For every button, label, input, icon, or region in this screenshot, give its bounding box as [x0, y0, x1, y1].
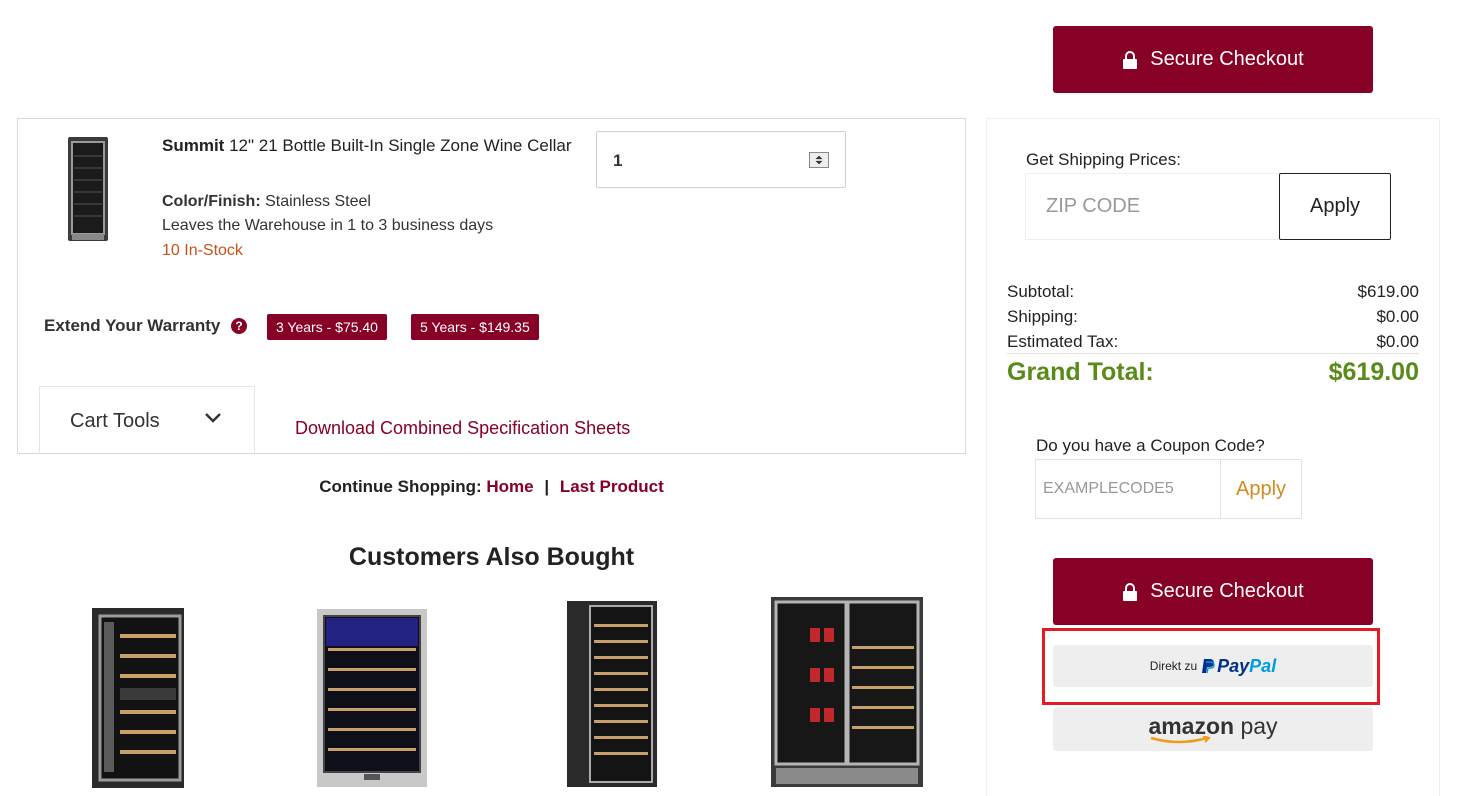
paypal-button[interactable]: Direkt zu Pay Pal: [1053, 645, 1373, 687]
home-link[interactable]: Home: [486, 477, 533, 496]
shipping-prices-label: Get Shipping Prices:: [1026, 150, 1181, 169]
amazon-pay-text: pay: [1234, 713, 1278, 739]
cart-tools-toggle[interactable]: Cart Tools: [39, 386, 255, 454]
paypal-brand-pay: Pay: [1217, 655, 1250, 676]
ship-time: Leaves the Warehouse in 1 to 3 business …: [162, 217, 494, 234]
product-name: 12" 21 Bottle Built-In Single Zone Wine …: [224, 136, 572, 155]
cart-tools-label: Cart Tools: [70, 410, 160, 432]
product-title[interactable]: Summit 12" 21 Bottle Built-In Single Zon…: [162, 136, 572, 156]
coupon-input[interactable]: EXAMPLECODE5: [1035, 459, 1221, 519]
paypal-logo-icon: [1202, 659, 1215, 674]
product-image-2[interactable]: [316, 608, 428, 788]
grand-total-row: Grand Total: $619.00: [1007, 358, 1419, 387]
shipping-value: $0.00: [1376, 307, 1419, 326]
amazon-smile-icon: [1150, 736, 1211, 744]
subtotal-row: Subtotal: $619.00: [1007, 282, 1419, 302]
quantity-stepper[interactable]: 1: [596, 131, 846, 188]
last-product-link[interactable]: Last Product: [560, 477, 664, 496]
product-thumbnail: [68, 137, 108, 241]
color-finish-value: Stainless Steel: [260, 193, 371, 210]
lock-icon: [1123, 582, 1138, 601]
secure-checkout-label: Secure Checkout: [1150, 580, 1304, 602]
download-spec-sheets-link[interactable]: Download Combined Specification Sheets: [295, 418, 630, 439]
subtotal-value: $619.00: [1357, 282, 1419, 301]
warranty-label: Extend Your Warranty: [44, 316, 221, 335]
zip-apply-button[interactable]: Apply: [1279, 173, 1391, 240]
totals-divider: [1007, 353, 1419, 354]
product-image-1[interactable]: [90, 606, 186, 790]
secure-checkout-button-top[interactable]: Secure Checkout: [1053, 26, 1373, 93]
tax-value: $0.00: [1376, 332, 1419, 351]
chevron-down-icon: [205, 413, 221, 423]
product-image-4[interactable]: [770, 596, 924, 790]
help-icon[interactable]: ?: [231, 318, 247, 334]
grand-total-value: $619.00: [1328, 358, 1419, 386]
secure-checkout-button-bottom[interactable]: Secure Checkout: [1053, 558, 1373, 625]
product-image-3[interactable]: [566, 600, 658, 788]
paypal-prefix: Direkt zu: [1149, 659, 1198, 673]
secure-checkout-label: Secure Checkout: [1150, 48, 1304, 70]
color-finish-label: Color/Finish:: [162, 193, 261, 210]
color-finish: Color/Finish: Stainless Steel: [162, 193, 371, 211]
warranty-5-years-button[interactable]: 5 Years - $149.35: [411, 314, 539, 340]
link-separator: |: [544, 477, 550, 496]
grand-total-label: Grand Total:: [1007, 358, 1154, 386]
product-brand: Summit: [162, 136, 225, 155]
tax-row: Estimated Tax: $0.00: [1007, 332, 1419, 352]
warranty-3-years-button[interactable]: 3 Years - $75.40: [267, 314, 387, 340]
also-bought-title: Customers Also Bought: [348, 543, 635, 571]
quantity-value: 1: [613, 151, 623, 170]
coupon-apply-button[interactable]: Apply: [1220, 459, 1302, 519]
continue-shopping-label: Continue Shopping:: [319, 477, 482, 496]
continue-shopping: Continue Shopping: Home | Last Product: [0, 477, 983, 497]
subtotal-label: Subtotal:: [1007, 282, 1075, 301]
paypal-brand-pal: Pal: [1249, 655, 1277, 676]
amazon-pay-button[interactable]: amazon pay: [1053, 707, 1373, 751]
zip-code-input[interactable]: ZIP CODE: [1025, 173, 1280, 240]
shipping-label: Shipping:: [1007, 307, 1078, 326]
shipping-row: Shipping: $0.00: [1007, 307, 1419, 327]
coupon-label: Do you have a Coupon Code?: [1036, 436, 1265, 455]
spinner-arrows-icon[interactable]: [809, 152, 829, 168]
stock-status: 10 In-Stock: [162, 242, 243, 259]
tax-label: Estimated Tax:: [1007, 332, 1119, 351]
lock-icon: [1123, 50, 1138, 69]
